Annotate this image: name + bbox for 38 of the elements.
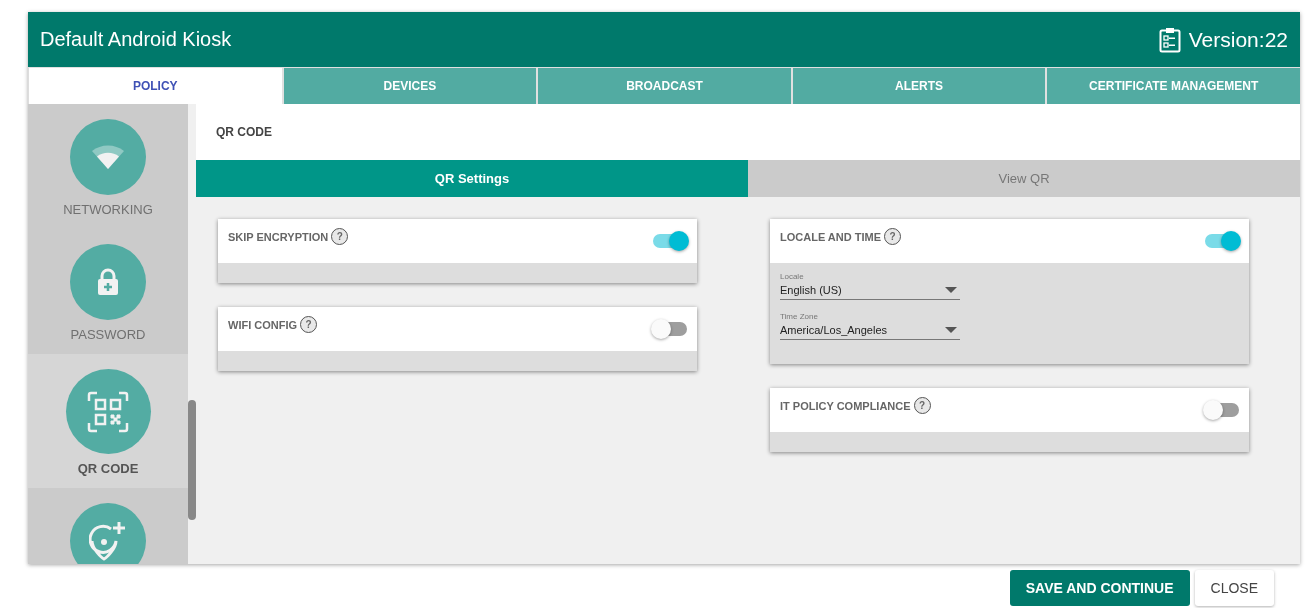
clipboard-icon [1158, 26, 1181, 53]
toggle-switch[interactable] [1205, 234, 1239, 248]
setting-label: LOCALE AND TIME [780, 230, 882, 243]
close-button[interactable]: CLOSE [1194, 570, 1274, 606]
field-label: Time Zone [780, 312, 819, 321]
caret-icon [945, 327, 957, 333]
toggle-switch[interactable] [1205, 403, 1239, 417]
section-title: QR CODE [216, 125, 272, 139]
tab[interactable]: ALERTS [790, 68, 1046, 104]
dropdown-field[interactable]: English (US) [780, 284, 960, 300]
toggle-switch[interactable] [653, 322, 687, 336]
dropdown-field[interactable]: America/Los_Angeles [780, 324, 960, 340]
help-icon[interactable]: ? [913, 397, 931, 414]
tab[interactable]: View QR [748, 160, 1300, 197]
help-icon[interactable]: ? [884, 228, 902, 245]
scrollbar-thumb[interactable] [188, 400, 196, 520]
help-icon[interactable]: ? [331, 228, 349, 245]
field-label: Locale [780, 272, 805, 281]
setting-label: IT POLICY COMPLIANCE [780, 399, 911, 412]
caret-icon [945, 287, 957, 293]
sidebar-item[interactable]: QR CODE [28, 354, 188, 488]
version-label: Version:22 [1188, 27, 1288, 52]
tab[interactable]: CERTIFICATE MANAGEMENT [1045, 68, 1300, 104]
setting-label: WIFI CONFIG [228, 318, 298, 331]
tab[interactable]: QR Settings [196, 160, 748, 197]
setting-label: SKIP ENCRYPTION [228, 230, 329, 243]
wifi-icon [91, 145, 125, 169]
add-location-icon [89, 521, 127, 561]
toggle-switch[interactable] [653, 234, 687, 248]
window-title: Default Android Kiosk [40, 28, 232, 51]
lock-icon [97, 268, 119, 296]
sidebar-item[interactable]: NETWORKING [28, 104, 188, 229]
save-button[interactable]: SAVE AND CONTINUE [1009, 570, 1190, 606]
help-icon[interactable]: ? [300, 316, 318, 333]
sidebar-item[interactable]: PASSWORD [28, 229, 188, 354]
tab[interactable]: BROADCAST [536, 68, 791, 104]
qr-code-icon [87, 390, 129, 433]
tab[interactable]: DEVICES [281, 68, 537, 104]
